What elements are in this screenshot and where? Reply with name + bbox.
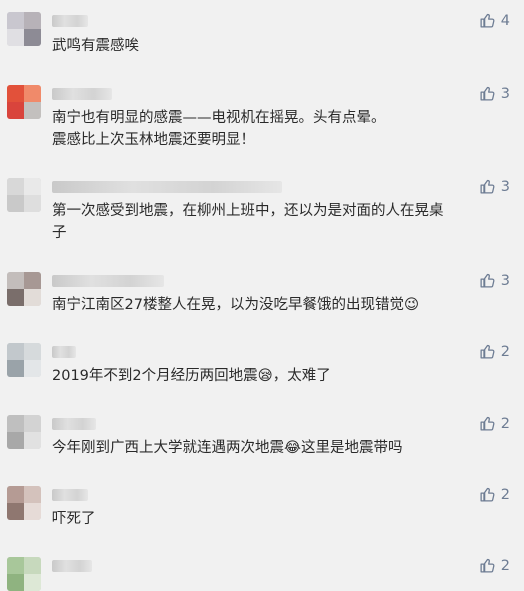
like-button[interactable]: 4 [479,12,510,29]
like-count: 3 [500,178,510,195]
comment-text: 武鸣有震感唉 [52,38,139,54]
like-button[interactable]: 2 [479,415,510,432]
comment-text: 第一次感受到地震，在柳州上班中，还以为是对面的人在晃桌 子 [52,203,444,241]
thumbs-up-icon [479,12,496,29]
avatar[interactable] [7,415,41,449]
nickname-blurred [52,418,96,430]
avatar[interactable] [7,12,41,46]
like-button[interactable]: 2 [479,557,510,574]
comment-text: 今年刚到广西上大学就连遇两次地震😂这里是地震带吗 [52,440,403,456]
like-count: 3 [500,272,510,289]
like-button[interactable]: 2 [479,486,510,503]
like-count: 2 [500,557,510,574]
nickname-blurred [52,181,282,193]
thumbs-up-icon [479,178,496,195]
like-button[interactable]: 3 [479,178,510,195]
like-count: 2 [500,415,510,432]
avatar[interactable] [7,272,41,306]
comment-text: 2019年不到2个月经历两回地震😪，太难了 [52,368,331,384]
thumbs-up-icon [479,85,496,102]
comment-text: 吓死了 [52,511,96,527]
nickname-blurred [52,88,112,100]
nickname-blurred [52,275,164,287]
comment-text: 南宁也有明显的感震——电视机在摇晃。头有点晕。 震感比上次玉林地震还要明显！ [52,110,386,148]
like-button[interactable]: 3 [479,272,510,289]
like-count: 2 [500,486,510,503]
nickname-blurred [52,15,88,27]
avatar[interactable] [7,557,41,591]
thumbs-up-icon [479,272,496,289]
comment-text: 南宁江南区27楼整人在晃，以为没吃早餐饿的出现错觉😉 [52,297,420,313]
thumbs-up-icon [479,486,496,503]
like-button[interactable]: 2 [479,343,510,360]
nickname-blurred [52,489,88,501]
thumbs-up-icon [479,415,496,432]
avatar[interactable] [7,486,41,520]
nickname-blurred [52,560,92,572]
thumbs-up-icon [479,343,496,360]
avatar[interactable] [7,178,41,212]
avatar[interactable] [7,85,41,119]
avatar[interactable] [7,343,41,377]
like-count: 2 [500,343,510,360]
nickname-blurred [52,346,76,358]
like-count: 4 [500,12,510,29]
like-count: 3 [500,85,510,102]
like-button[interactable]: 3 [479,85,510,102]
thumbs-up-icon [479,557,496,574]
